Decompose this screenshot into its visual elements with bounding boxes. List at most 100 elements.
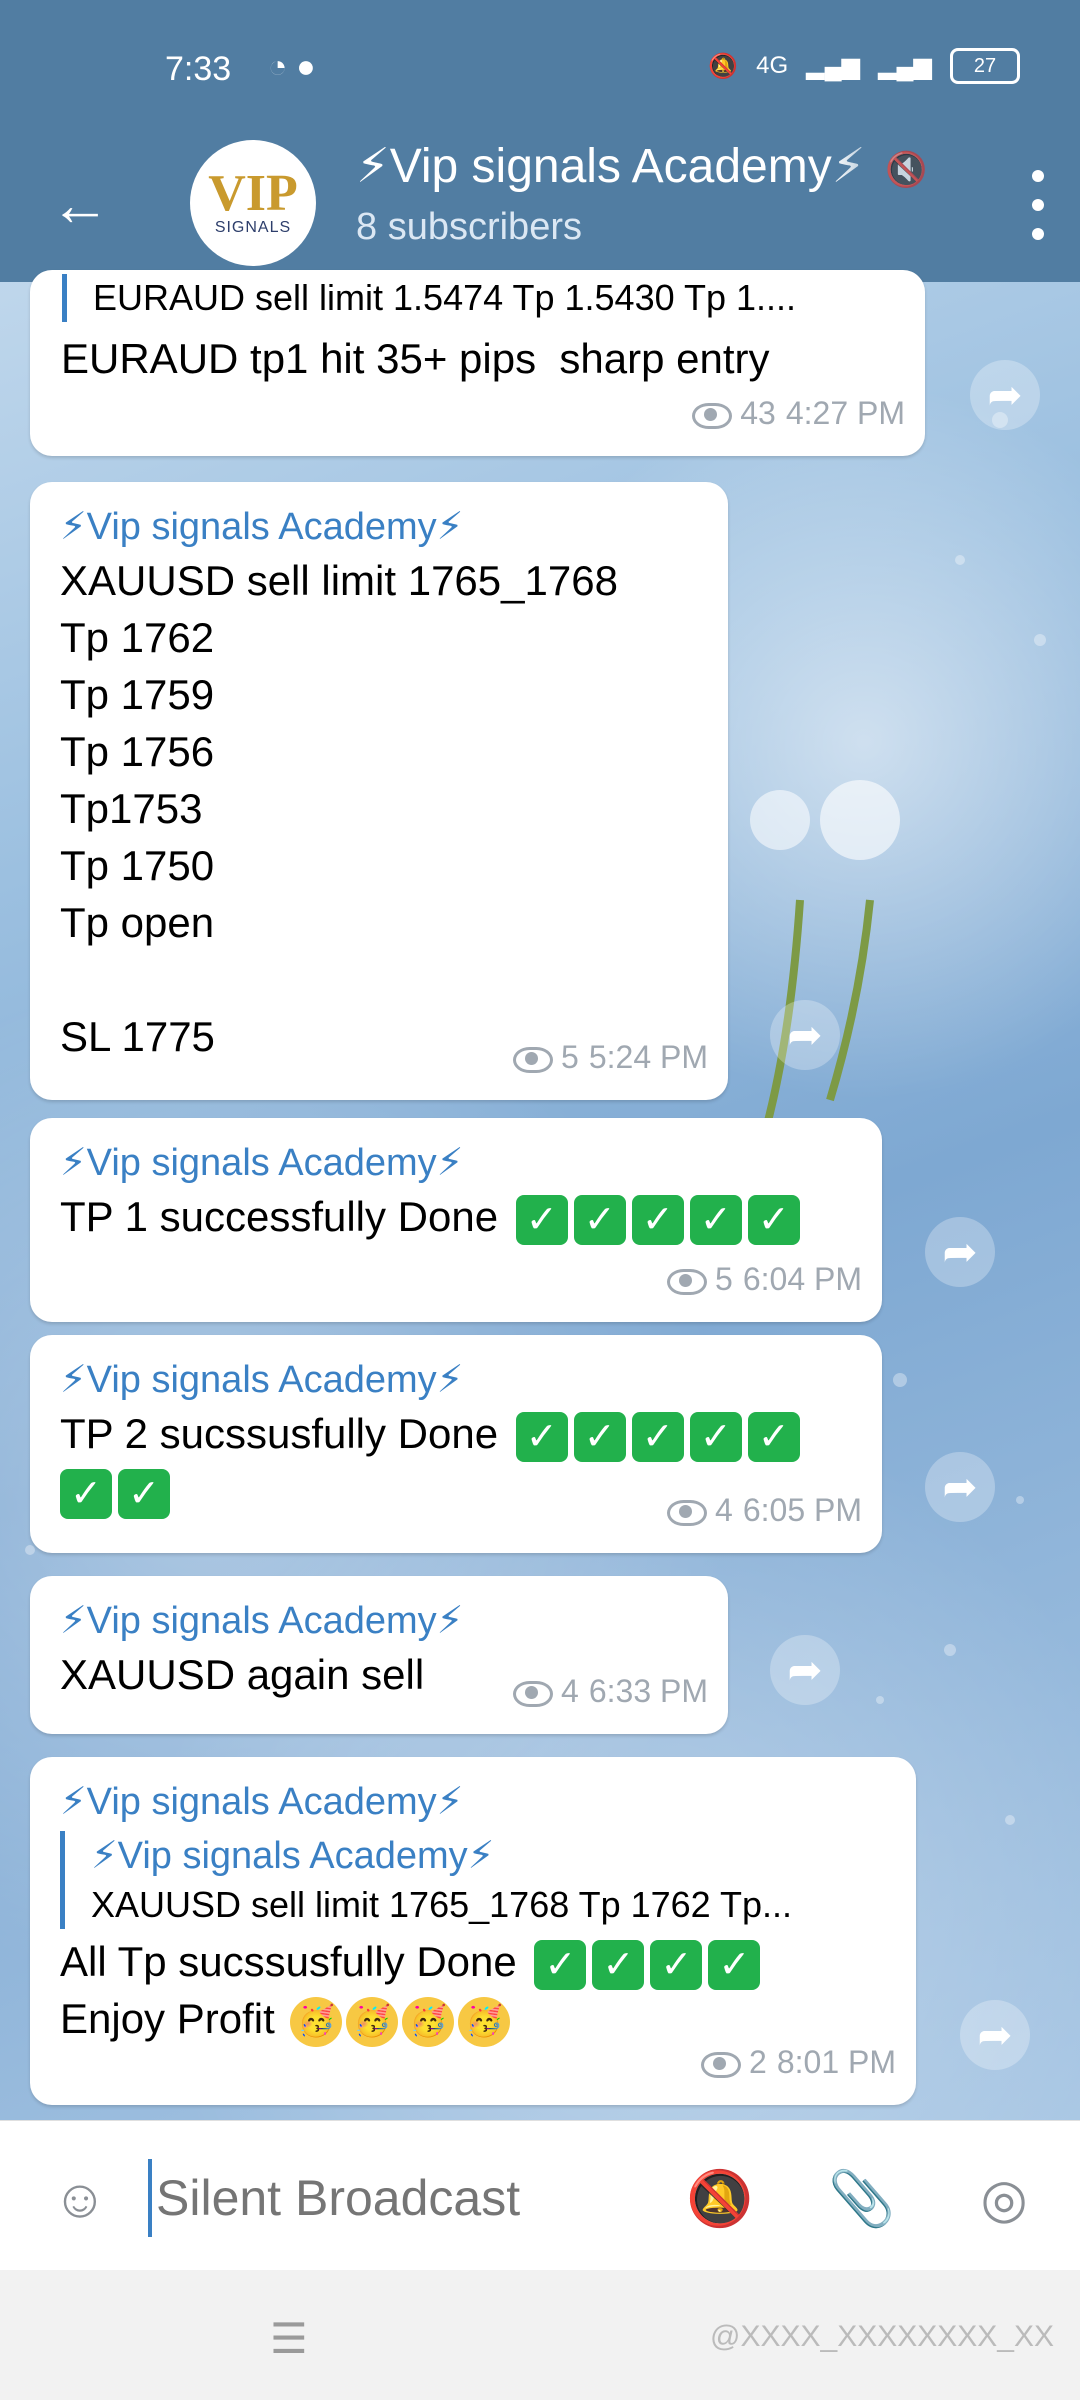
message-meta: 4 6:33 PM — [513, 1663, 708, 1720]
check-mark-icon: ✓ — [118, 1468, 170, 1519]
message-sender[interactable]: ⚡Vip signals Academy⚡ — [60, 502, 618, 552]
message-line: Tp 1756 — [60, 728, 215, 775]
battery-level: 27 — [973, 54, 997, 77]
reply-quote[interactable]: ⚡Vip signals Academy⚡ XAUUSD sell limit … — [60, 1831, 891, 1929]
check-mark-icon: ✓ — [573, 1194, 626, 1245]
watermark-text: @XXXX_XXXXXXXX_XX — [710, 2320, 1054, 2353]
message-line: Tp 1759 — [60, 671, 215, 718]
message-input-bar: ☺ 🔕 📎 ◎ — [0, 2120, 1080, 2271]
check-mark-icon: ✓ — [631, 1194, 684, 1245]
check-mark-icon: ✓ — [592, 1939, 645, 1990]
message-bubble[interactable]: ⚡Vip signals Academy⚡ TP 2 sucssusfully … — [30, 1335, 882, 1553]
battery-icon: 27 — [950, 48, 1020, 84]
view-count: 4 — [561, 1673, 579, 1709]
muted-icon: 🔇 — [885, 151, 928, 189]
message-bubble[interactable]: ⚡Vip signals Academy⚡ TP 1 successfully … — [30, 1118, 882, 1322]
party-face-emoji-icon: 🥳 — [290, 1996, 343, 2047]
message-time: 6:05 PM — [742, 1492, 862, 1528]
avatar-logo-text: VIP — [208, 165, 298, 222]
quote-text: EURAUD sell limit 1.5474 Tp 1.5430 Tp 1.… — [93, 277, 797, 318]
check-mark-icon: ✓ — [631, 1411, 684, 1462]
forward-icon[interactable]: ➦ — [770, 1635, 840, 1705]
message-time: 6:33 PM — [588, 1673, 708, 1709]
mute-status-icon: 🔕 — [708, 52, 739, 80]
status-right-icons: 🔕 4G ▂▄▆ ▂▄▆ 27 — [708, 48, 1020, 84]
message-time: 4:27 PM — [785, 395, 905, 431]
forward-icon[interactable]: ➦ — [960, 2000, 1030, 2070]
message-text: All Tp sucssusfully Done — [60, 1938, 517, 1985]
message-line: XAUUSD sell limit 1765_1768 — [60, 557, 618, 604]
message-time: 5:24 PM — [588, 1039, 708, 1075]
message-bubble[interactable]: EURAUD sell limit 1.5474 Tp 1.5430 Tp 1.… — [30, 270, 925, 456]
view-count: 43 — [740, 395, 776, 431]
more-options-icon[interactable] — [1018, 170, 1058, 240]
quote-text: XAUUSD sell limit 1765_1768 Tp 1762 Tp..… — [91, 1884, 793, 1925]
message-line: Tp open — [60, 899, 215, 946]
check-mark-icon: ✓ — [708, 1939, 761, 1990]
sticker-emoji-icon[interactable]: ☺ — [44, 2163, 116, 2235]
forward-icon[interactable]: ➦ — [770, 1000, 840, 1070]
message-text-row: TP 1 successfully Done ✓ ✓ ✓ ✓ ✓ — [60, 1188, 800, 1245]
message-bubble[interactable]: ⚡Vip signals Academy⚡ XAUUSD again sell … — [30, 1576, 728, 1734]
view-count: 2 — [749, 2044, 767, 2080]
silent-bell-icon[interactable]: 🔕 — [684, 2163, 756, 2235]
view-count: 4 — [715, 1492, 733, 1528]
attach-paperclip-icon[interactable]: 📎 — [826, 2163, 898, 2235]
message-line — [60, 951, 618, 1008]
app-bar: ← VIP SIGNALS ⚡Vip signals Academy⚡ 🔇 8 … — [0, 130, 1080, 282]
view-count: 5 — [715, 1261, 733, 1297]
message-meta: 4 6:05 PM — [667, 1482, 862, 1539]
message-line: Tp1753 — [60, 785, 203, 832]
message-text-row: All Tp sucssusfully Done ✓ ✓ ✓ ✓ — [60, 1933, 891, 1990]
message-sender[interactable]: ⚡Vip signals Academy⚡ — [60, 1777, 891, 1827]
message-text: TP 1 successfully Done — [60, 1193, 499, 1240]
message-text-2: Enjoy Profit — [60, 1995, 275, 2042]
network-label: 4G — [756, 52, 789, 79]
camera-icon[interactable]: ◎ — [968, 2163, 1040, 2235]
check-mark-icon: ✓ — [534, 1939, 587, 1990]
message-line: Tp 1750 — [60, 842, 215, 889]
message-text: XAUUSD again sell — [60, 1651, 425, 1698]
message-meta: 2 8:01 PM — [701, 2034, 896, 2091]
status-bar: 7:33 ◔ ● 🔕 4G ▂▄▆ ▂▄▆ 27 — [0, 0, 1080, 130]
forward-icon[interactable]: ➦ — [925, 1452, 995, 1522]
menu-nav-icon[interactable]: ☰ — [270, 2314, 308, 2363]
back-arrow-icon[interactable]: ← — [50, 170, 120, 240]
notification-icons: ◔ ● — [268, 48, 316, 84]
message-input[interactable] — [148, 2159, 678, 2237]
status-time: 7:33 — [165, 50, 232, 88]
check-mark-icon: ✓ — [650, 1939, 703, 1990]
check-mark-icon: ✓ — [689, 1411, 742, 1462]
check-mark-icon: ✓ — [515, 1411, 568, 1462]
forward-icon[interactable]: ➦ — [925, 1217, 995, 1287]
check-mark-icon: ✓ — [573, 1411, 626, 1462]
signal-icon: ▂▄▆ — [806, 52, 861, 80]
forward-icon[interactable]: ➦ — [970, 360, 1040, 430]
reply-quote[interactable]: EURAUD sell limit 1.5474 Tp 1.5430 Tp 1.… — [62, 274, 913, 322]
message-text: EURAUD tp1 hit 35+ pips sharp entry — [61, 335, 770, 382]
message-time: 6:04 PM — [742, 1261, 862, 1297]
subscriber-count[interactable]: 8 subscribers — [356, 206, 582, 249]
message-meta: 5 6:04 PM — [667, 1251, 862, 1308]
views-icon — [701, 2051, 742, 2078]
views-icon — [692, 402, 733, 429]
message-sender[interactable]: ⚡Vip signals Academy⚡ — [60, 1596, 463, 1646]
message-line: Tp 1762 — [60, 614, 215, 661]
party-face-emoji-icon: 🥳 — [346, 1996, 399, 2047]
signal-icon-2: ▂▄▆ — [878, 52, 932, 80]
message-bubble[interactable]: ⚡Vip signals Academy⚡ ⚡Vip signals Acade… — [30, 1757, 916, 2105]
message-sender[interactable]: ⚡Vip signals Academy⚡ — [60, 1355, 800, 1405]
channel-avatar[interactable]: VIP SIGNALS — [190, 140, 316, 266]
channel-title[interactable]: ⚡Vip signals Academy⚡ — [356, 138, 916, 194]
message-text: TP 2 sucssusfully Done — [60, 1410, 499, 1457]
message-sender[interactable]: ⚡Vip signals Academy⚡ — [60, 1138, 800, 1188]
check-mark-icon: ✓ — [747, 1411, 800, 1462]
party-face-emoji-icon: 🥳 — [458, 1996, 511, 2047]
views-icon — [667, 1499, 708, 1526]
message-text-row: TP 2 sucssusfully Done ✓ ✓ ✓ ✓ ✓ — [60, 1405, 800, 1462]
views-icon — [513, 1680, 554, 1707]
message-meta: 43 4:27 PM — [692, 385, 905, 442]
message-meta: 5 5:24 PM — [513, 1029, 708, 1086]
check-mark-icon: ✓ — [60, 1468, 112, 1519]
message-bubble[interactable]: ⚡Vip signals Academy⚡ XAUUSD sell limit … — [30, 482, 728, 1100]
